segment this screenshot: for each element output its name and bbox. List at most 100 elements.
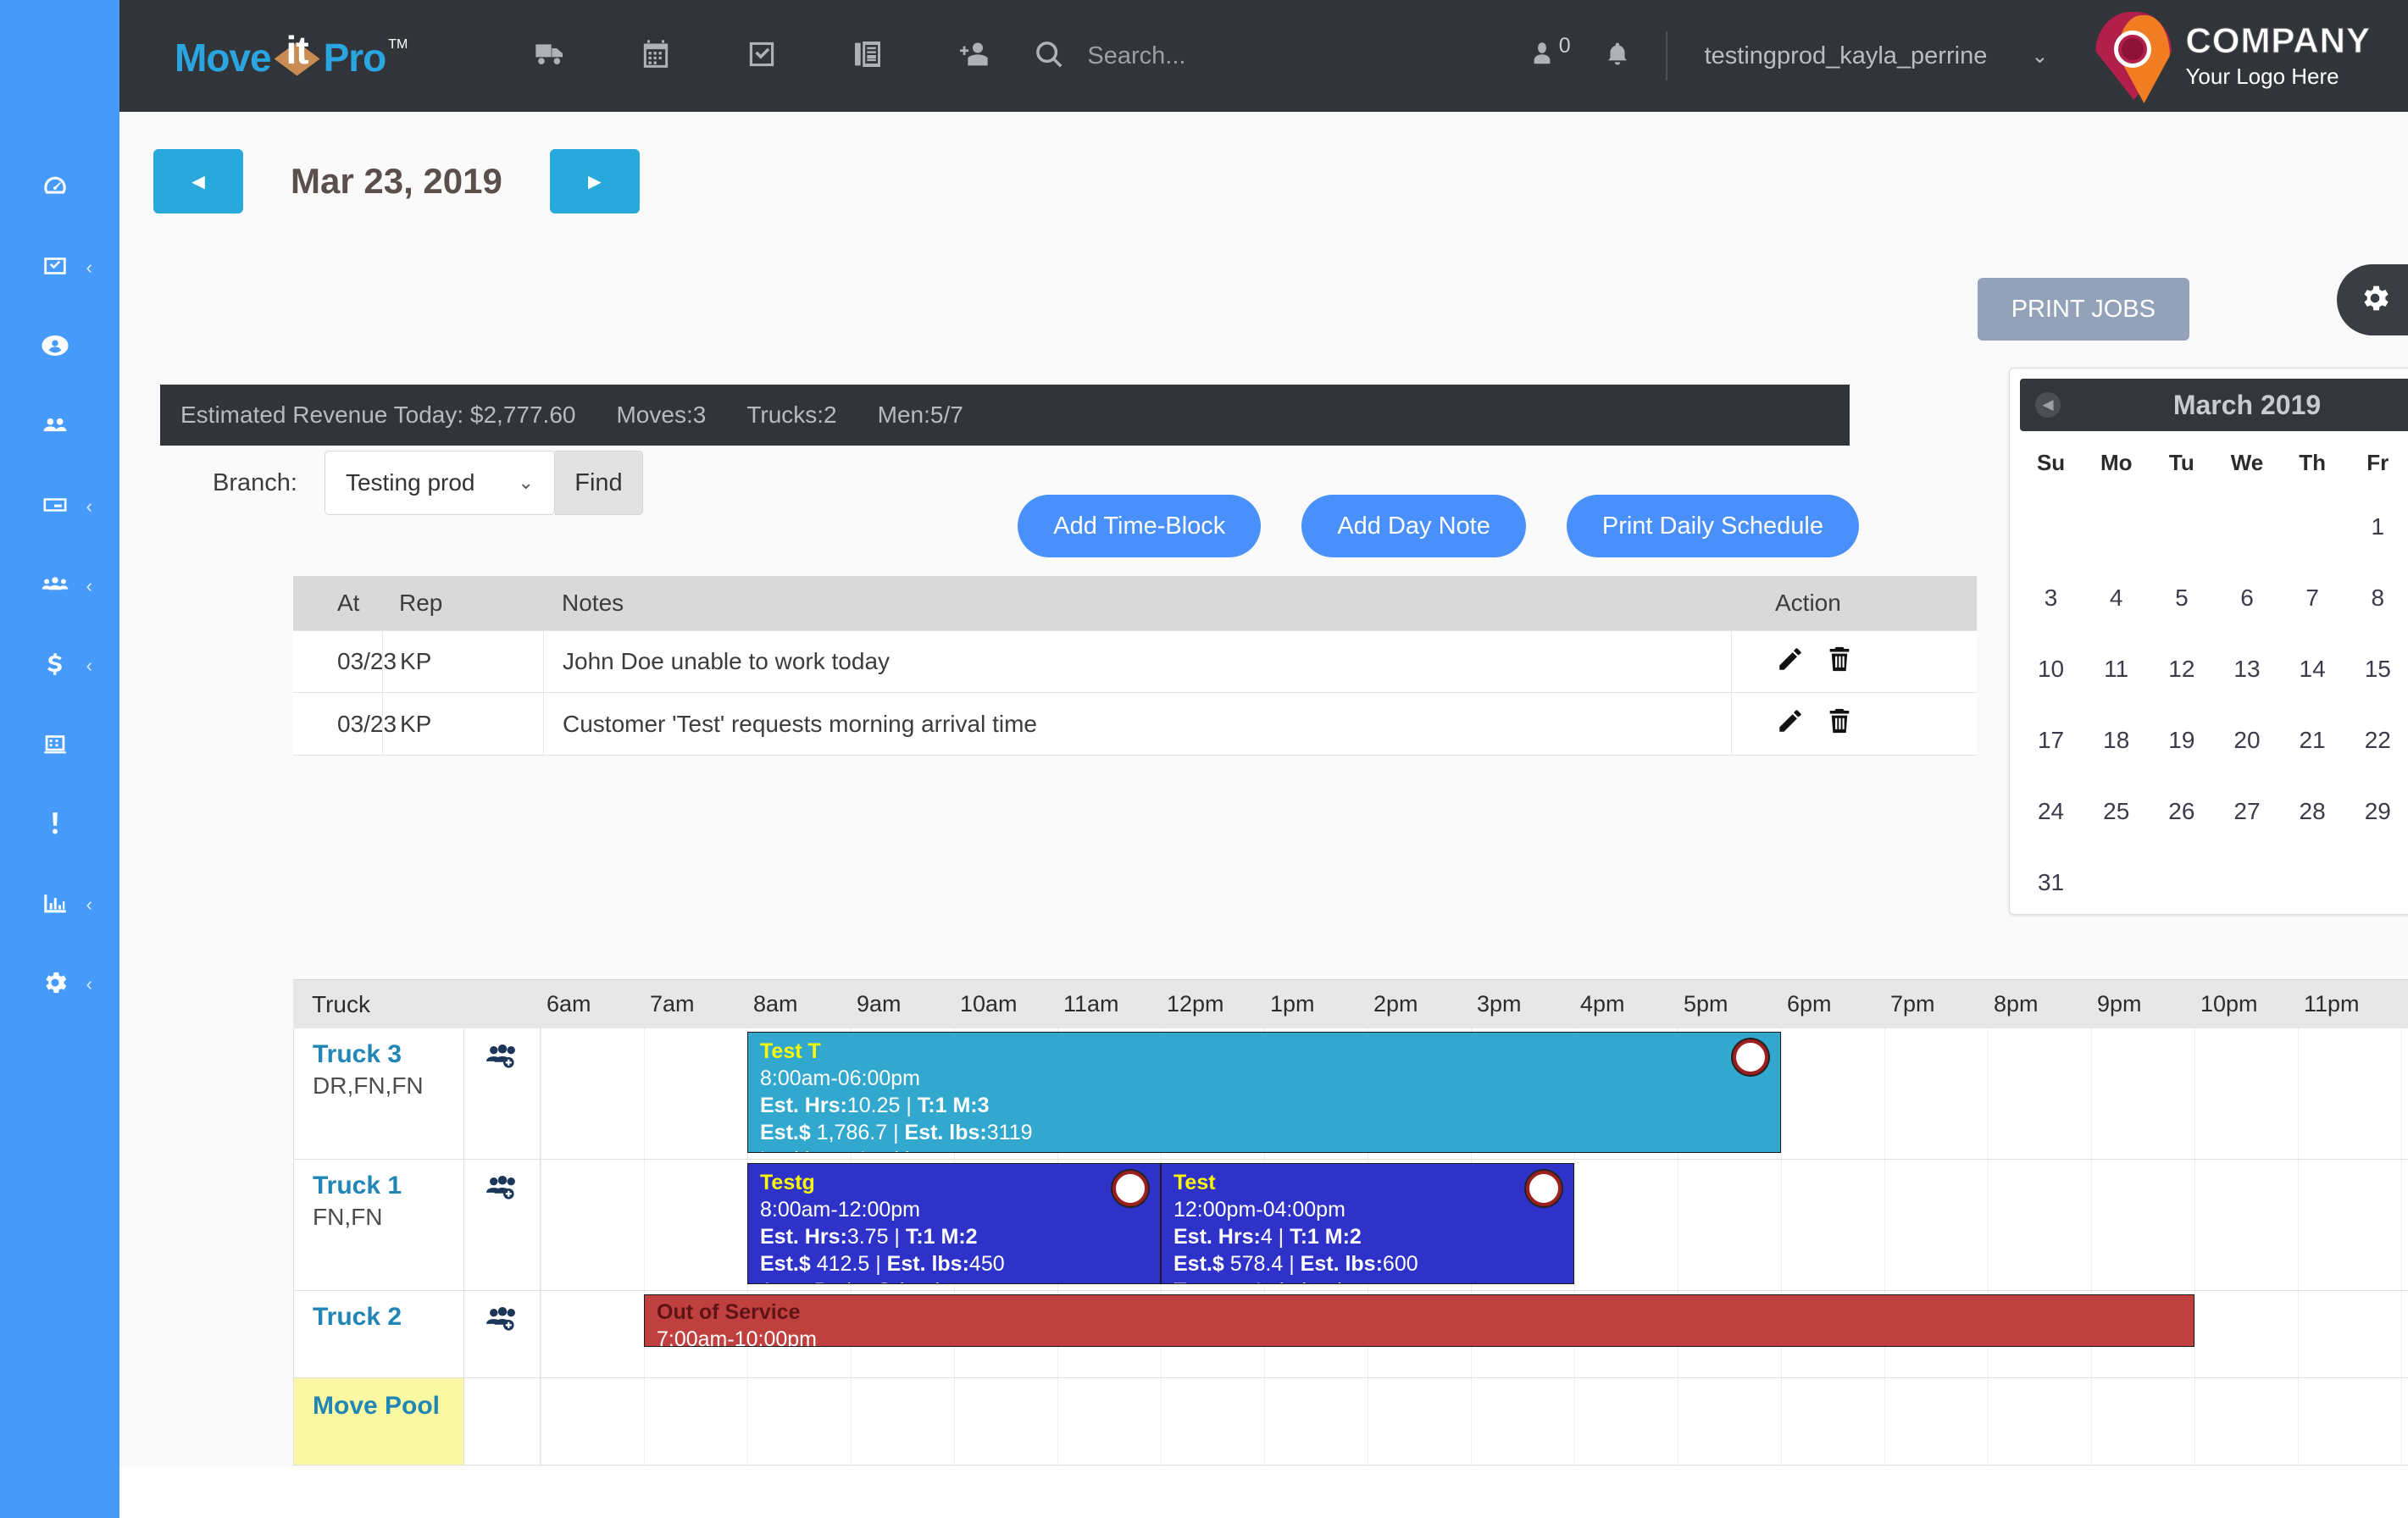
sidebar-item-people[interactable]	[0, 387, 119, 467]
edit-icon[interactable]	[1776, 645, 1805, 679]
calendar-day[interactable]: 5	[2149, 562, 2214, 634]
search-box[interactable]	[1033, 38, 1367, 75]
calendar-day[interactable]: 25	[2083, 776, 2149, 847]
schedule-header-row: Truck 6am7am8am9am10am11am12pm1pm2pm3pm4…	[293, 979, 2408, 1028]
schedule-job-block[interactable]: Out of Service7:00am-10:00pm	[644, 1294, 2194, 1347]
calendar-day[interactable]: 1	[2345, 491, 2408, 562]
nav-add-person-button[interactable]	[920, 0, 1026, 112]
calendar-day[interactable]: 7	[2280, 562, 2345, 634]
sidebar-item-company[interactable]	[0, 706, 119, 785]
calendar-day[interactable]: 29	[2345, 776, 2408, 847]
timeline-lane[interactable]	[541, 1378, 2408, 1465]
header-right-cluster: 0 testingprod_kayla_perrine ⌄ COMPANY Yo…	[1527, 0, 2408, 112]
add-time-block-button[interactable]: Add Time-Block	[1018, 495, 1261, 557]
sidebar-item-schedule[interactable]: ‹	[0, 467, 119, 546]
truck-label-cell: Truck 2	[294, 1291, 463, 1377]
delete-icon[interactable]	[1825, 706, 1854, 741]
calendar-day[interactable]: 21	[2280, 705, 2345, 776]
schedule-job-block[interactable]: Test T8:00am-06:00pmEst. Hrs:10.25 | T:1…	[747, 1032, 1781, 1153]
schedule-hour-label: 3pm	[1470, 991, 1573, 1017]
job-time: 12:00pm-04:00pm	[1173, 1196, 1562, 1223]
timeline-lane[interactable]: Test T8:00am-06:00pmEst. Hrs:10.25 | T:1…	[541, 1028, 2408, 1159]
truck-name[interactable]: Truck 2	[313, 1303, 463, 1332]
branch-label: Branch:	[213, 469, 297, 497]
job-route: Avon Park - Orlando	[760, 1277, 1148, 1284]
next-day-button[interactable]: ►	[550, 149, 640, 213]
branch-select[interactable]: Testing prod ⌄	[325, 451, 555, 515]
timeline-lane[interactable]: Testg8:00am-12:00pmEst. Hrs:3.75 | T:1 M…	[541, 1160, 2408, 1290]
sidebar-caret[interactable]: ‹	[86, 258, 92, 277]
sidebar-item-reports[interactable]: ‹	[0, 865, 119, 945]
calendar-day[interactable]: 3	[2018, 562, 2083, 634]
calendar-day[interactable]: 17	[2018, 705, 2083, 776]
schedule-job-block[interactable]: Testg8:00am-12:00pmEst. Hrs:3.75 | T:1 M…	[747, 1163, 1161, 1284]
sidebar-caret[interactable]: ‹	[86, 577, 92, 596]
job-status-indicator[interactable]	[1733, 1039, 1768, 1075]
calendar-day[interactable]: 18	[2083, 705, 2149, 776]
sidebar-caret[interactable]: ‹	[86, 657, 92, 675]
cell-notes: Customer 'Test' requests morning arrival…	[543, 693, 1731, 755]
sidebar-top-strip	[0, 0, 119, 10]
calendar-day[interactable]: 14	[2280, 634, 2345, 705]
calendar-day[interactable]: 22	[2345, 705, 2408, 776]
schedule-hour-label: 8am	[746, 991, 850, 1017]
edit-icon[interactable]	[1776, 706, 1805, 741]
calendar-day[interactable]: 12	[2149, 634, 2214, 705]
chevron-left-icon[interactable]: ◀	[2035, 392, 2061, 418]
calendar-day[interactable]: 27	[2214, 776, 2279, 847]
settings-fab-button[interactable]	[2337, 264, 2408, 335]
app-logo[interactable]: MoveitPro TM	[175, 32, 408, 80]
sidebar-item-alerts[interactable]	[0, 785, 119, 865]
nav-documents-button[interactable]	[814, 0, 920, 112]
calendar-day[interactable]: 10	[2018, 634, 2083, 705]
add-crew-icon[interactable]	[486, 1306, 519, 1377]
sidebar-item-tasks[interactable]: ‹	[0, 228, 119, 307]
print-daily-schedule-button[interactable]: Print Daily Schedule	[1567, 495, 1859, 557]
sidebar-item-settings[interactable]: ‹	[0, 945, 119, 1024]
calendar-day[interactable]: 4	[2083, 562, 2149, 634]
sidebar-caret[interactable]: ‹	[86, 895, 92, 914]
online-users-indicator[interactable]: 0	[1527, 39, 1571, 74]
nav-calendar-button[interactable]	[602, 0, 708, 112]
calendar-day[interactable]: 24	[2018, 776, 2083, 847]
nav-tasks-button[interactable]	[708, 0, 814, 112]
truck-name[interactable]: Move Pool	[313, 1392, 463, 1421]
truck-name[interactable]: Truck 1	[313, 1172, 463, 1200]
truck-name[interactable]: Truck 3	[313, 1040, 463, 1069]
calendar-day[interactable]: 8	[2345, 562, 2408, 634]
notifications-button[interactable]	[1603, 40, 1632, 73]
username-label[interactable]: testingprod_kayla_perrine	[1705, 42, 1988, 70]
find-button[interactable]: Find	[555, 451, 643, 515]
calendar-empty-cell	[2280, 491, 2345, 562]
search-input[interactable]	[1087, 42, 1367, 70]
calendar-day[interactable]: 20	[2214, 705, 2279, 776]
chevron-down-icon[interactable]: ⌄	[2031, 44, 2048, 69]
job-status-indicator[interactable]	[1112, 1171, 1148, 1206]
calendar-day[interactable]: 31	[2018, 847, 2083, 918]
search-icon	[1033, 38, 1065, 75]
calendar-day[interactable]: 28	[2280, 776, 2345, 847]
calendar-day[interactable]: 13	[2214, 634, 2279, 705]
sidebar-caret[interactable]: ‹	[86, 497, 92, 516]
calendar-day[interactable]: 19	[2149, 705, 2214, 776]
calendar-day[interactable]: 26	[2149, 776, 2214, 847]
add-day-note-button[interactable]: Add Day Note	[1301, 495, 1526, 557]
calendar-day[interactable]: 15	[2345, 634, 2408, 705]
timeline-lane[interactable]: Out of Service7:00am-10:00pm	[541, 1291, 2408, 1377]
sidebar-item-dashboard[interactable]	[0, 148, 119, 228]
job-status-indicator[interactable]	[1526, 1171, 1562, 1206]
sidebar-item-profile[interactable]	[0, 307, 119, 387]
schedule-job-block[interactable]: Test12:00pm-04:00pmEst. Hrs:4 | T:1 M:2E…	[1161, 1163, 1574, 1284]
delete-icon[interactable]	[1825, 645, 1854, 679]
prev-day-button[interactable]: ◄	[153, 149, 243, 213]
nav-truck-button[interactable]	[497, 0, 602, 112]
schedule-hour-label: 10pm	[2194, 991, 2297, 1017]
print-jobs-button[interactable]: PRINT JOBS	[1978, 278, 2189, 341]
sidebar-caret[interactable]: ‹	[86, 975, 92, 994]
calendar-day[interactable]: 11	[2083, 634, 2149, 705]
calendar-day[interactable]: 6	[2214, 562, 2279, 634]
sidebar-item-billing[interactable]: ‹	[0, 626, 119, 706]
add-crew-icon[interactable]	[486, 1175, 519, 1290]
add-crew-icon[interactable]	[486, 1044, 519, 1159]
sidebar-item-crew[interactable]: ‹	[0, 546, 119, 626]
